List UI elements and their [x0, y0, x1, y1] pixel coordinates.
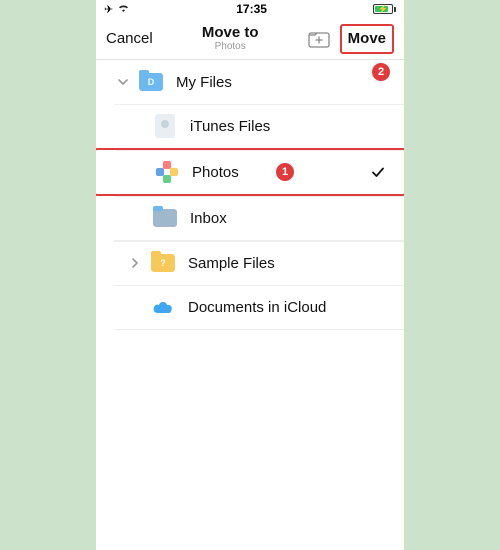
- annotation-badge-1: 1: [276, 163, 294, 181]
- folder-list: D My Files iTunes Files Photos 1: [96, 60, 404, 330]
- folder-icon: D: [138, 69, 164, 95]
- phone-frame: ✈︎ 17:35 ⚡ Cancel Move to Photos Move 2: [96, 0, 404, 550]
- annotation-move-highlight: Move: [340, 24, 394, 54]
- airplane-mode-icon: ✈︎: [104, 3, 113, 16]
- row-label: iTunes Files: [190, 118, 404, 135]
- wifi-icon: [117, 3, 130, 16]
- cloud-icon: [150, 294, 176, 320]
- row-icloud[interactable]: Documents in iCloud: [96, 285, 404, 329]
- row-itunes[interactable]: iTunes Files: [96, 104, 404, 148]
- row-sample-files[interactable]: ? Sample Files: [96, 241, 404, 285]
- folder-icon: [152, 205, 178, 231]
- new-folder-icon[interactable]: [308, 30, 330, 48]
- cancel-button[interactable]: Cancel: [106, 30, 153, 47]
- battery-icon: ⚡: [373, 4, 396, 14]
- photos-icon: [154, 159, 180, 185]
- row-inbox[interactable]: Inbox: [96, 196, 404, 240]
- folder-icon: ?: [150, 250, 176, 276]
- chevron-down-icon: [114, 76, 132, 88]
- row-photos[interactable]: Photos: [98, 150, 402, 194]
- status-bar: ✈︎ 17:35 ⚡: [96, 0, 404, 18]
- nav-bar: Cancel Move to Photos Move: [96, 18, 404, 60]
- row-label: Documents in iCloud: [188, 299, 404, 316]
- nav-title-wrap: Move to Photos: [202, 25, 259, 53]
- row-label: Inbox: [190, 210, 404, 227]
- status-time: 17:35: [236, 2, 267, 16]
- chevron-right-icon: [126, 257, 144, 269]
- nav-subtitle: Photos: [202, 41, 259, 52]
- row-label: Sample Files: [188, 255, 404, 272]
- itunes-icon: [152, 113, 178, 139]
- row-label: My Files: [176, 74, 404, 91]
- checkmark-icon: [370, 164, 386, 180]
- nav-title: Move to: [202, 25, 259, 42]
- annotation-row-highlight: Photos 1: [96, 148, 404, 196]
- move-button[interactable]: Move: [348, 30, 386, 47]
- row-my-files[interactable]: D My Files: [96, 60, 404, 104]
